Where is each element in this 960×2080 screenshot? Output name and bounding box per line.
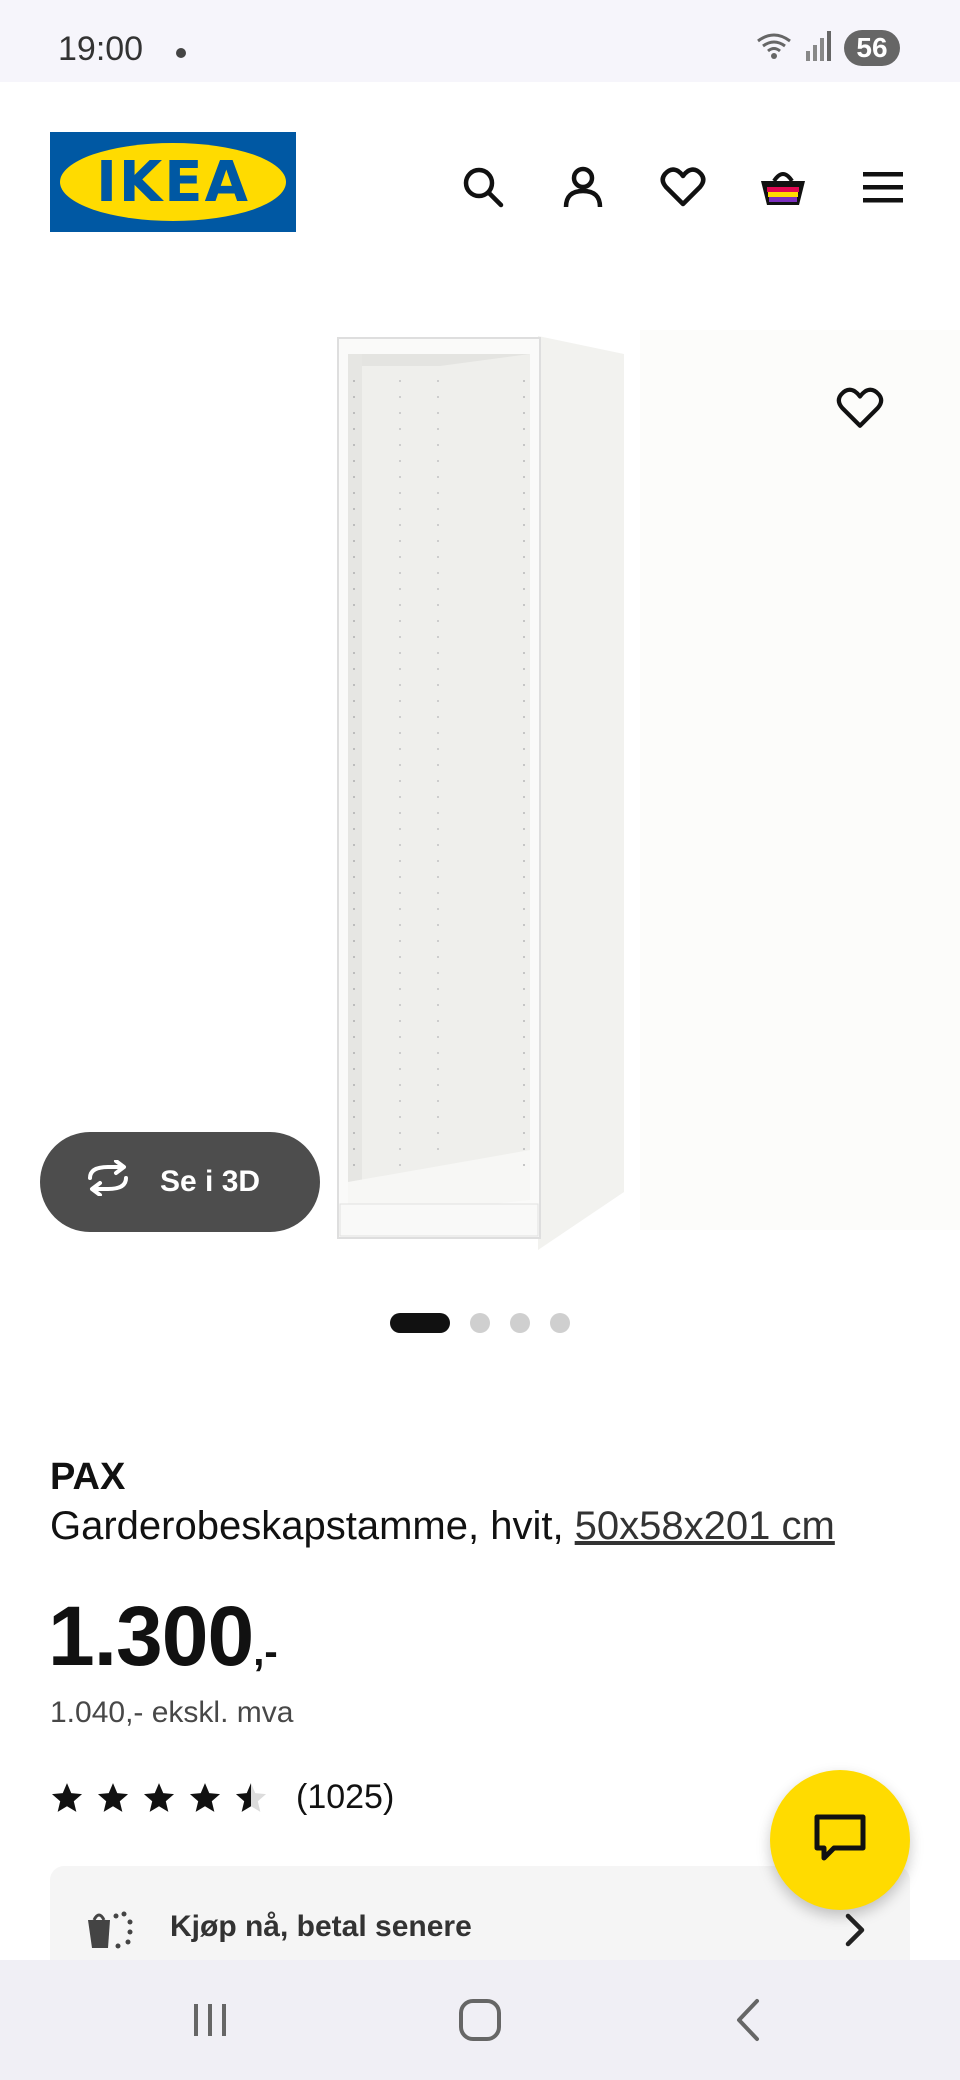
search-icon[interactable]	[458, 162, 508, 212]
buy-now-pay-later-label: Kjøp nå, betal senere	[170, 1910, 472, 1943]
star-icon	[97, 1782, 129, 1812]
chat-icon	[812, 1812, 868, 1869]
recent-apps-icon	[194, 2004, 226, 2036]
product-image[interactable]	[0, 330, 960, 1250]
rotate-3d-icon	[82, 1159, 134, 1204]
back-button[interactable]	[716, 1990, 780, 2050]
logo-text: IKEA	[96, 149, 250, 215]
view-in-3d-button[interactable]: Se i 3D	[40, 1132, 320, 1232]
account-icon[interactable]	[558, 162, 608, 212]
price-excluding-vat: 1.040,- ekskl. mva	[50, 1696, 294, 1729]
pagination-dot-1[interactable]	[390, 1313, 450, 1333]
status-icons: 56	[754, 30, 900, 66]
view-in-3d-label: Se i 3D	[160, 1165, 261, 1198]
payment-bag-icon	[88, 1911, 133, 1949]
menu-icon[interactable]	[858, 162, 908, 212]
product-description: Garderobeskapstamme, hvit, 50x58x201 cm	[50, 1504, 835, 1549]
back-icon	[737, 1999, 759, 2041]
product-size-link[interactable]: 50x58x201 cm	[575, 1504, 835, 1548]
chat-button[interactable]	[770, 1770, 910, 1910]
site-header: IKEA	[0, 82, 960, 282]
battery-icon: 56	[844, 30, 900, 66]
cart-icon[interactable]	[758, 162, 808, 212]
chevron-right-icon	[845, 1913, 865, 1947]
status-time: 19:00	[58, 30, 144, 68]
header-icons	[458, 162, 908, 212]
review-count: (1025)	[296, 1778, 395, 1816]
price-amount: 1.300	[48, 1589, 254, 1683]
image-pagination	[390, 1313, 570, 1333]
wishlist-icon[interactable]	[658, 162, 708, 212]
heart-icon	[836, 386, 884, 435]
product-name: PAX	[50, 1456, 126, 1498]
star-icon	[143, 1782, 175, 1812]
product-rating[interactable]: (1025)	[50, 1778, 394, 1817]
status-bar: 19:00 56	[0, 0, 960, 82]
ikea-logo[interactable]: IKEA	[50, 132, 296, 232]
half-star-icon	[235, 1782, 267, 1812]
logo-oval: IKEA	[60, 143, 286, 221]
recent-apps-button[interactable]	[178, 1990, 242, 2050]
home-button[interactable]	[448, 1990, 512, 2050]
pagination-dot-4[interactable]	[550, 1313, 570, 1333]
pagination-dot-2[interactable]	[470, 1313, 490, 1333]
product-wishlist-button[interactable]	[832, 382, 888, 438]
signal-icon	[804, 29, 834, 68]
system-navigation-bar	[0, 1960, 960, 2080]
product-description-text: Garderobeskapstamme, hvit,	[50, 1504, 575, 1548]
home-icon	[459, 1999, 501, 2041]
star-icon	[51, 1782, 83, 1812]
notification-dot	[176, 48, 186, 58]
pagination-dot-3[interactable]	[510, 1313, 530, 1333]
star-icon	[189, 1782, 221, 1812]
price-suffix: ,-	[253, 1630, 278, 1674]
wifi-icon	[754, 29, 794, 68]
product-price: 1.300 ,-	[48, 1590, 278, 1682]
